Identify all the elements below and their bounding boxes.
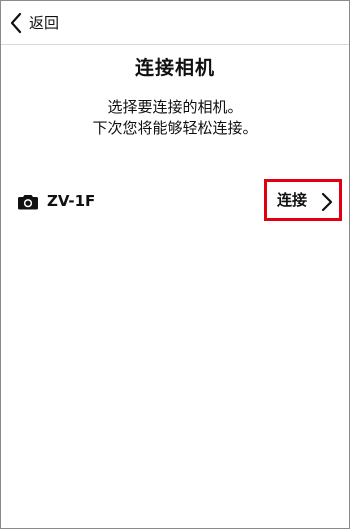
- camera-list-item: ZV-1F 连接: [1, 179, 349, 223]
- app-screen: 返回 连接相机 选择要连接的相机。 下次您将能够轻松连接。 ZV-1F 连接: [0, 0, 350, 529]
- top-navigation-bar: 返回: [1, 1, 349, 45]
- camera-name: ZV-1F: [47, 192, 96, 210]
- connection-instructions: 选择要连接的相机。 下次您将能够轻松连接。: [1, 97, 349, 139]
- instruction-line-1: 选择要连接的相机。: [107, 98, 243, 116]
- back-button[interactable]: 返回: [9, 10, 59, 36]
- page-title: 连接相机: [134, 57, 215, 79]
- chevron-right-icon: [321, 192, 333, 216]
- connect-button[interactable]: 连接: [264, 179, 342, 221]
- connect-label: 连接: [277, 191, 308, 209]
- back-label: 返回: [29, 14, 60, 32]
- chevron-left-icon: [9, 12, 23, 34]
- instruction-line-2: 下次您将能够轻松连接。: [92, 119, 258, 137]
- camera-icon: [17, 194, 39, 210]
